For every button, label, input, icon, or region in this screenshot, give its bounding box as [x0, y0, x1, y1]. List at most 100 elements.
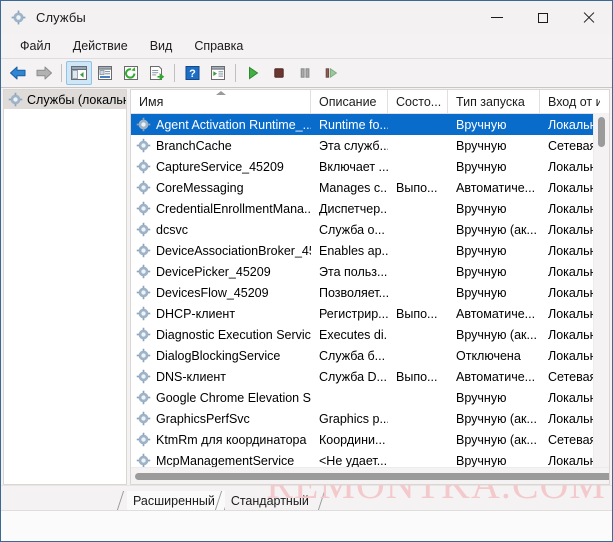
- column-header-state[interactable]: Состо...: [388, 90, 448, 113]
- table-row[interactable]: Google Chrome Elevation S... Вручную Локал…: [131, 387, 609, 408]
- cell-logon-as: Локальна: [548, 306, 600, 321]
- back-icon[interactable]: [5, 61, 31, 85]
- table-row[interactable]: DNS-клиент Служба D... Выпо... Автоматиче..…: [131, 366, 609, 387]
- cell-startup-type: Вручную: [456, 138, 507, 153]
- cell-description: Диспетчер...: [319, 201, 388, 216]
- console-view-icon[interactable]: [205, 61, 231, 85]
- cell-name-label: DevicePicker_45209: [156, 264, 271, 279]
- table-row[interactable]: DevicesFlow_45209 Позволяет... Вручную Лока…: [131, 282, 609, 303]
- cell-name: Google Chrome Elevation S...: [131, 390, 311, 405]
- cell-startup-type: Вручную: [456, 117, 507, 132]
- cell-state: Выпо...: [396, 369, 438, 384]
- table-row[interactable]: DevicePicker_45209 Эта польз... Вручную Лок…: [131, 261, 609, 282]
- menu-action[interactable]: Действие: [62, 36, 139, 56]
- service-gear-icon: [136, 264, 151, 279]
- service-gear-icon: [136, 453, 151, 468]
- cell-description: Graphics p...: [319, 411, 388, 426]
- start-service-icon[interactable]: [240, 61, 266, 85]
- tree-node-services-local[interactable]: Службы (локальн: [4, 90, 126, 109]
- properties-icon[interactable]: [92, 61, 118, 85]
- table-row[interactable]: Diagnostic Execution Service Executes di.…: [131, 324, 609, 345]
- service-gear-icon: [136, 180, 151, 195]
- table-row[interactable]: Agent Activation Runtime_... Runtime fo..…: [131, 114, 609, 135]
- service-gear-icon: [136, 285, 151, 300]
- column-header-logon-as[interactable]: Вход от и: [540, 90, 600, 113]
- table-row[interactable]: KtmRm для координатора ... Координи... Вру…: [131, 429, 609, 450]
- cell-startup-type: Вручную (ак...: [456, 327, 537, 342]
- cell-name-label: McpManagementService: [156, 453, 295, 468]
- cell-startup-type: Отключена: [456, 348, 521, 363]
- cell-description: <Не удает...: [319, 453, 388, 468]
- restart-service-icon[interactable]: [318, 61, 344, 85]
- caption-buttons: [474, 1, 612, 34]
- table-row[interactable]: DialogBlockingService Служба б... Отключен…: [131, 345, 609, 366]
- table-row[interactable]: CredentialEnrollmentMana... Диспетчер... В…: [131, 198, 609, 219]
- cell-startup-type: Вручную: [456, 453, 507, 468]
- table-row[interactable]: DHCP-клиент Регистрир... Выпо... Автоматиче…: [131, 303, 609, 324]
- toolbar: ?: [1, 59, 612, 88]
- menu-help[interactable]: Справка: [183, 36, 254, 56]
- cell-name-label: DHCP-клиент: [156, 306, 236, 321]
- cell-name: BranchCache: [131, 138, 311, 153]
- cell-startup-type: Вручную: [456, 264, 507, 279]
- stop-service-icon[interactable]: [266, 61, 292, 85]
- cell-logon-as: Локальна: [548, 453, 600, 468]
- vertical-scrollbar-thumb[interactable]: [598, 117, 605, 147]
- refresh-icon[interactable]: [118, 61, 144, 85]
- cell-description: Runtime fo...: [319, 117, 388, 132]
- window-title: Службы: [36, 10, 86, 25]
- table-row[interactable]: GraphicsPerfSvc Graphics p... Вручную (ак.…: [131, 408, 609, 429]
- cell-logon-as: Сетевая с: [548, 138, 600, 153]
- cell-name: Diagnostic Execution Service: [131, 327, 311, 342]
- table-row[interactable]: BranchCache Эта служб... Вручную Сетевая с: [131, 135, 609, 156]
- cell-description: Служба D...: [319, 369, 387, 384]
- tab-standard[interactable]: Стандартный: [224, 491, 319, 510]
- cell-description: Позволяет...: [319, 285, 388, 300]
- close-icon[interactable]: [566, 1, 612, 34]
- cell-startup-type: Вручную: [456, 201, 507, 216]
- toolbar-separator: [235, 64, 236, 82]
- service-gear-icon: [136, 390, 151, 405]
- cell-name-label: BranchCache: [156, 138, 232, 153]
- cell-state: Выпо...: [396, 306, 438, 321]
- minimize-icon[interactable]: [474, 1, 520, 34]
- cell-startup-type: Автоматиче...: [456, 369, 536, 384]
- show-hide-tree-icon[interactable]: [66, 61, 92, 85]
- table-row[interactable]: DeviceAssociationBroker_45... Enables ap.…: [131, 240, 609, 261]
- pause-service-icon[interactable]: [292, 61, 318, 85]
- horizontal-scrollbar-thumb[interactable]: [135, 473, 609, 480]
- service-gear-icon: [136, 327, 151, 342]
- sort-ascending-icon: [215, 91, 226, 95]
- maximize-icon[interactable]: [520, 1, 566, 34]
- tab-extended[interactable]: Расширенный: [127, 491, 225, 510]
- vertical-scrollbar[interactable]: [593, 113, 609, 467]
- cell-description: Служба б...: [319, 348, 386, 363]
- table-row[interactable]: dcsvc Служба о... Вручную (ак... Локальна: [131, 219, 609, 240]
- menu-file[interactable]: Файл: [9, 36, 62, 56]
- column-header-name[interactable]: Имя: [131, 90, 311, 113]
- table-row[interactable]: CoreMessaging Manages c... Выпо... Автомати…: [131, 177, 609, 198]
- column-header-description[interactable]: Описание: [311, 90, 388, 113]
- horizontal-scrollbar[interactable]: [131, 467, 609, 484]
- cell-name: Agent Activation Runtime_...: [131, 117, 311, 132]
- service-gear-icon: [136, 117, 151, 132]
- cell-description: Служба о...: [319, 222, 385, 237]
- help-icon[interactable]: ?: [179, 61, 205, 85]
- cell-startup-type: Автоматиче...: [456, 306, 536, 321]
- services-list-pane: Имя Описание Состо... Тип запуска Вход о…: [130, 89, 610, 485]
- column-header-startup-type-label: Тип запуска: [456, 94, 525, 109]
- export-list-icon[interactable]: [144, 61, 170, 85]
- cell-logon-as: Локальна: [548, 411, 600, 426]
- cell-startup-type: Вручную: [456, 243, 507, 258]
- forward-icon[interactable]: [31, 61, 57, 85]
- service-gear-icon: [136, 159, 151, 174]
- table-row[interactable]: CaptureService_45209 Включает ... Вручную Л…: [131, 156, 609, 177]
- cell-name: CaptureService_45209: [131, 159, 311, 174]
- menu-view[interactable]: Вид: [139, 36, 184, 56]
- column-header-state-label: Состо...: [396, 94, 442, 109]
- content-area: Службы (локальн Имя Описание Состо... Ти…: [1, 88, 612, 485]
- column-header-startup-type[interactable]: Тип запуска: [448, 90, 540, 113]
- cell-name: GraphicsPerfSvc: [131, 411, 311, 426]
- cell-name-label: DNS-клиент: [156, 369, 227, 384]
- toolbar-separator: [61, 64, 62, 82]
